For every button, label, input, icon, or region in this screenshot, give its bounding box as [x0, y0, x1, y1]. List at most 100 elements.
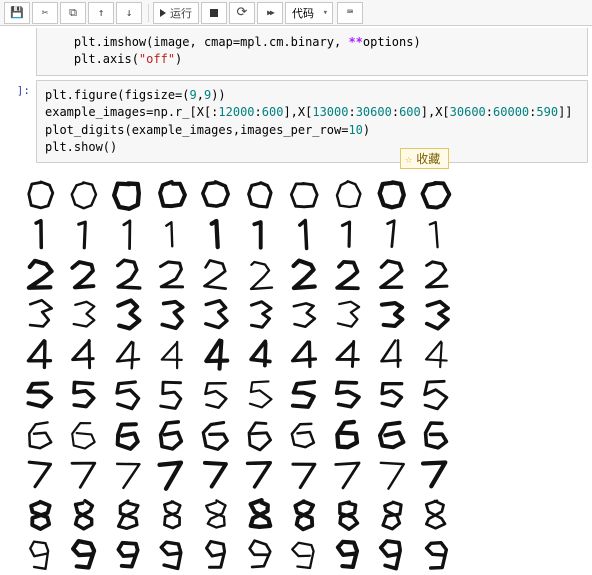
digit-0 — [282, 175, 326, 215]
digit-3 — [414, 295, 458, 335]
play-icon — [160, 9, 166, 17]
digit-8 — [370, 495, 414, 535]
run-button[interactable]: 运行 — [153, 2, 199, 24]
digit-8 — [18, 495, 62, 535]
digit-7 — [370, 455, 414, 495]
favorite-badge[interactable]: ☆ 收藏 — [400, 148, 449, 169]
digit-8 — [150, 495, 194, 535]
digit-1 — [106, 215, 150, 255]
digit-4 — [238, 335, 282, 375]
digit-9 — [326, 535, 370, 575]
code-text: 9 — [190, 88, 197, 102]
digit-2 — [150, 255, 194, 295]
interrupt-button[interactable] — [201, 2, 227, 24]
code-input[interactable]: plt.figure(figsize=(9,9)) example_images… — [36, 80, 588, 164]
code-text: , — [197, 88, 204, 102]
code-text: 30600 — [450, 105, 486, 119]
digit-2 — [62, 255, 106, 295]
digit-1 — [62, 215, 106, 255]
code-text: plot_digits(example_images,images_per_ro… — [45, 123, 348, 137]
digit-6 — [18, 415, 62, 455]
digit-8 — [62, 495, 106, 535]
digit-9 — [238, 535, 282, 575]
digit-6 — [194, 415, 238, 455]
digit-2 — [370, 255, 414, 295]
digit-3 — [370, 295, 414, 335]
digit-6 — [414, 415, 458, 455]
toolbar-move-up-icon[interactable]: ↑ — [88, 2, 114, 24]
digit-4 — [194, 335, 238, 375]
code-text: 60000 — [493, 105, 529, 119]
digit-4 — [282, 335, 326, 375]
keyboard-icon: ⌨ — [347, 7, 353, 18]
code-text: 30600 — [356, 105, 392, 119]
digit-3 — [150, 295, 194, 335]
digit-6 — [282, 415, 326, 455]
code-text: 600 — [399, 105, 421, 119]
restart-button[interactable] — [229, 2, 255, 24]
digit-9 — [414, 535, 458, 575]
digit-2 — [18, 255, 62, 295]
digit-4 — [370, 335, 414, 375]
digit-1 — [194, 215, 238, 255]
digit-6 — [370, 415, 414, 455]
code-text: plt.imshow(image, cmap=mpl.cm.binary, — [45, 35, 348, 49]
code-text: ]] — [558, 105, 572, 119]
code-text: "off" — [139, 52, 175, 66]
code-text: ) — [363, 123, 370, 137]
digit-0 — [18, 175, 62, 215]
code-text: plt.show() — [45, 140, 117, 154]
digit-9 — [194, 535, 238, 575]
digit-6 — [150, 415, 194, 455]
digit-8 — [326, 495, 370, 535]
code-text: plt.axis( — [45, 52, 139, 66]
digit-9 — [370, 535, 414, 575]
code-text: )) — [211, 88, 225, 102]
digit-7 — [62, 455, 106, 495]
digit-6 — [238, 415, 282, 455]
code-input[interactable]: plt.imshow(image, cmap=mpl.cm.binary, **… — [36, 28, 588, 76]
digit-8 — [194, 495, 238, 535]
digit-7 — [18, 455, 62, 495]
digit-1 — [414, 215, 458, 255]
digit-0 — [194, 175, 238, 215]
toolbar-save-icon[interactable]: 💾 — [4, 2, 30, 24]
toolbar-copy-icon[interactable]: ⧉ — [60, 2, 86, 24]
digit-0 — [370, 175, 414, 215]
digit-5 — [18, 375, 62, 415]
digit-3 — [238, 295, 282, 335]
stop-icon — [210, 9, 218, 17]
toolbar-move-down-icon[interactable]: ↓ — [116, 2, 142, 24]
digit-3 — [62, 295, 106, 335]
toolbar-cut-icon[interactable]: ✂ — [32, 2, 58, 24]
digit-3 — [194, 295, 238, 335]
code-text: ** — [348, 35, 362, 49]
digit-3 — [326, 295, 370, 335]
digit-4 — [414, 335, 458, 375]
restart-run-all-button[interactable] — [257, 2, 283, 24]
digit-1 — [326, 215, 370, 255]
digit-1 — [18, 215, 62, 255]
digit-7 — [194, 455, 238, 495]
digit-6 — [106, 415, 150, 455]
command-palette-button[interactable]: ⌨ — [337, 2, 363, 24]
digit-5 — [194, 375, 238, 415]
cell-type-select[interactable]: 代码 — [285, 2, 333, 24]
digit-2 — [414, 255, 458, 295]
code-text: 590 — [536, 105, 558, 119]
digit-0 — [326, 175, 370, 215]
code-text: : — [255, 105, 262, 119]
digit-1 — [238, 215, 282, 255]
code-text: options) — [363, 35, 421, 49]
digit-8 — [106, 495, 150, 535]
digit-5 — [414, 375, 458, 415]
code-cell: ]: plt.figure(figsize=(9,9)) example_ima… — [0, 78, 592, 166]
digit-6 — [326, 415, 370, 455]
toolbar-separator — [148, 4, 149, 22]
run-label: 运行 — [170, 5, 192, 21]
digit-4 — [18, 335, 62, 375]
cell-type-value: 代码 — [292, 5, 314, 21]
digit-7 — [282, 455, 326, 495]
digit-5 — [370, 375, 414, 415]
code-text: : — [348, 105, 355, 119]
